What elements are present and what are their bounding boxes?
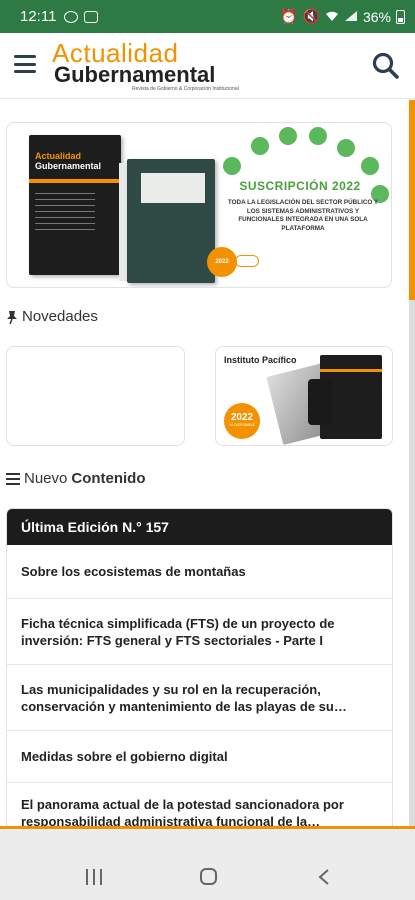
back-icon[interactable]	[318, 869, 330, 885]
book-image	[127, 159, 215, 283]
novedades-card[interactable]	[6, 346, 185, 446]
app-icon	[251, 137, 269, 155]
cast-icon	[84, 10, 99, 23]
app-icon	[309, 127, 327, 145]
news-item[interactable]: Las municipalidades y su rol en la recup…	[7, 665, 392, 731]
news-item[interactable]: El panorama actual de la potestad sancio…	[7, 783, 392, 830]
nuevo-label: Nuevo	[24, 470, 68, 487]
promo-badge: 2022 YA DISPONIBLE	[224, 403, 260, 439]
system-nav-bar	[0, 829, 415, 900]
pin-icon	[6, 310, 18, 324]
book-cover-image: Actualidad Gubernamental	[29, 135, 121, 275]
logo-title-bottom: Gubernamental	[54, 62, 216, 87]
news-item[interactable]: Medidas sobre el gobierno digital	[7, 731, 392, 783]
battery-icon	[396, 9, 405, 24]
novedades-label: Novedades	[22, 308, 98, 325]
scrollbar-track[interactable]	[409, 300, 415, 830]
alarm-icon: ⏰	[280, 8, 298, 24]
novedades-promo-card[interactable]: Instituto Pacífico 2022 YA DISPONIBLE	[215, 346, 393, 446]
nuevo-contenido-heading: Nuevo Contenido	[6, 470, 146, 487]
news-item[interactable]: Ficha técnica simplificada (FTS) de un p…	[7, 599, 392, 665]
news-item[interactable]: Sobre los ecosistemas de montañas	[7, 545, 392, 599]
subscription-title: SUSCRIPCIÓN 2022	[239, 179, 361, 193]
recents-icon[interactable]	[86, 869, 102, 885]
main-content[interactable]: Actualidad Gubernamental 2022 SUSCRIPCIÓ…	[0, 100, 415, 830]
wifi-icon	[325, 9, 339, 25]
logo-tagline: Revista de Gobierno & Corporación Instit…	[132, 86, 239, 92]
status-bar: 12:11 ⏰ 🔇 36%	[0, 0, 415, 33]
app-icon	[279, 127, 297, 145]
battery-percent: 36%	[362, 8, 391, 25]
cloud-icon	[235, 255, 259, 267]
menu-icon[interactable]	[14, 55, 36, 73]
app-icon	[337, 139, 355, 157]
app-logo[interactable]: Actualidad Gubernamental Revista de Gobi…	[52, 39, 252, 95]
year-badge: 2022	[207, 247, 237, 277]
search-icon[interactable]	[371, 51, 401, 81]
contenido-label: Contenido	[71, 470, 146, 487]
subscription-banner[interactable]: Actualidad Gubernamental 2022 SUSCRIPCIÓ…	[6, 122, 392, 288]
app-icon	[223, 157, 241, 175]
app-header: Actualidad Gubernamental Revista de Gobi…	[0, 33, 415, 99]
app-icon	[361, 157, 379, 175]
news-list: Última Edición N.° 157 Sobre los ecosist…	[6, 508, 393, 830]
signal-icon	[344, 9, 358, 25]
novedades-heading: Novedades	[6, 308, 98, 325]
subscription-text: TODA LA LEGISLACIÓN DEL SECTOR PÚBLICO Y…	[227, 199, 379, 232]
home-icon[interactable]	[200, 868, 217, 885]
whatsapp-icon	[64, 10, 79, 23]
list-icon	[6, 472, 20, 485]
edition-header: Última Edición N.° 157	[7, 509, 392, 545]
status-time: 12:11	[20, 8, 57, 25]
mute-icon: 🔇	[302, 8, 320, 24]
phone-image	[308, 379, 332, 425]
promo-logo: Instituto Pacífico	[224, 355, 297, 365]
scrollbar-thumb[interactable]	[409, 100, 415, 300]
